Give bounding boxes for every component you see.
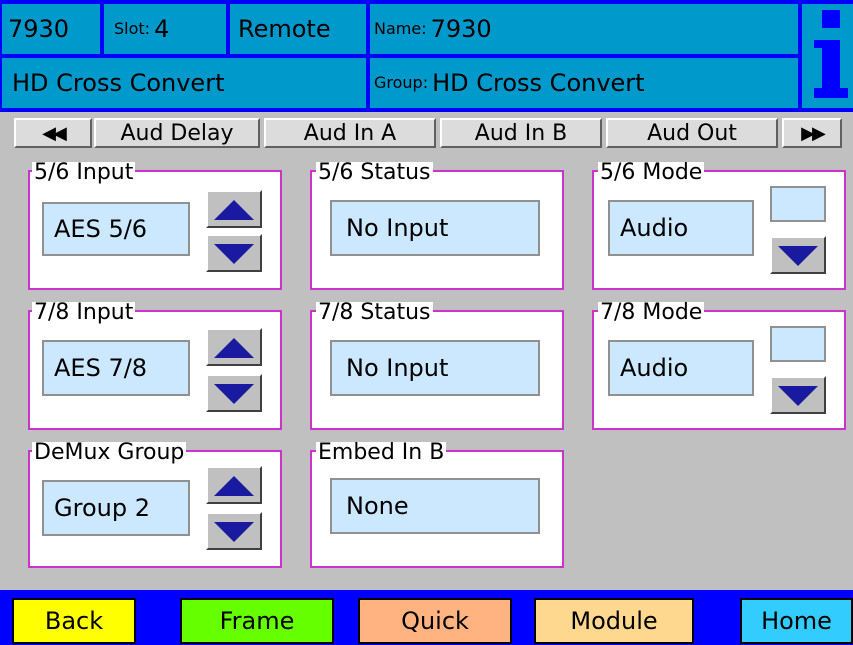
- down-arrow-icon: [214, 244, 254, 264]
- decrement-button[interactable]: [206, 512, 262, 550]
- decrement-button[interactable]: [770, 376, 826, 414]
- embed-in-b-value: None: [330, 478, 540, 534]
- increment-button[interactable]: [206, 466, 262, 504]
- tab-aud-delay[interactable]: Aud Delay: [94, 118, 260, 148]
- status-7-8-value: No Input: [330, 340, 540, 396]
- decrement-button[interactable]: [206, 234, 262, 272]
- input-7-8-value: AES 7/8: [42, 340, 190, 396]
- model-number: 7930: [2, 4, 100, 54]
- home-button[interactable]: Home: [740, 598, 853, 644]
- name-value: 7930: [430, 15, 492, 43]
- name-field: Name: 7930: [370, 4, 798, 54]
- tab-prev-arrows[interactable]: ◀◀: [14, 118, 92, 148]
- panel-label: DeMux Group: [32, 440, 187, 465]
- panel-label: 5/6 Mode: [598, 160, 705, 185]
- frame-button[interactable]: Frame: [180, 598, 334, 644]
- tab-next-arrows[interactable]: ▶▶: [782, 118, 842, 148]
- panel-label: Embed In B: [316, 440, 447, 465]
- decrement-button[interactable]: [770, 236, 826, 274]
- panel-label: 7/8 Status: [316, 300, 433, 325]
- up-arrow-icon: [214, 476, 254, 496]
- group-field: Group: HD Cross Convert: [370, 58, 798, 108]
- remote-mode: Remote: [230, 4, 366, 54]
- mode-5-6-value: Audio: [608, 200, 754, 256]
- down-arrow-icon: [778, 246, 818, 266]
- double-left-arrow-icon: ◀◀: [42, 122, 67, 144]
- back-button[interactable]: Back: [12, 598, 136, 644]
- panel-label: 5/6 Status: [316, 160, 433, 185]
- card-type: HD Cross Convert: [2, 58, 366, 108]
- up-arrow-icon: [214, 338, 254, 358]
- tab-aud-out[interactable]: Aud Out: [606, 118, 778, 148]
- slot-indicator: Slot: 4: [104, 4, 226, 54]
- tab-aud-in-a[interactable]: Aud In A: [264, 118, 436, 148]
- tab-aud-in-b[interactable]: Aud In B: [440, 118, 602, 148]
- info-icon[interactable]: [812, 10, 850, 100]
- mode-5-6-up-disabled: [770, 186, 826, 222]
- group-label: Group:: [374, 73, 429, 92]
- slot-value: 4: [154, 15, 170, 43]
- status-5-6-value: No Input: [330, 200, 540, 256]
- down-arrow-icon: [214, 522, 254, 542]
- increment-button[interactable]: [206, 190, 262, 228]
- module-button[interactable]: Module: [534, 598, 694, 644]
- quick-button[interactable]: Quick: [358, 598, 512, 644]
- name-label: Name:: [374, 19, 427, 38]
- mode-7-8-value: Audio: [608, 340, 754, 396]
- demux-group-value: Group 2: [42, 480, 190, 536]
- double-right-arrow-icon: ▶▶: [801, 122, 826, 144]
- down-arrow-icon: [214, 384, 254, 404]
- down-arrow-icon: [778, 386, 818, 406]
- increment-button[interactable]: [206, 328, 262, 366]
- slot-label: Slot:: [114, 19, 151, 38]
- panel-label: 7/8 Mode: [598, 300, 705, 325]
- panel-label: 5/6 Input: [32, 160, 136, 185]
- decrement-button[interactable]: [206, 374, 262, 412]
- mode-7-8-up-disabled: [770, 326, 826, 362]
- up-arrow-icon: [214, 200, 254, 220]
- panel-label: 7/8 Input: [32, 300, 136, 325]
- group-value: HD Cross Convert: [432, 69, 645, 97]
- input-5-6-value: AES 5/6: [42, 202, 190, 256]
